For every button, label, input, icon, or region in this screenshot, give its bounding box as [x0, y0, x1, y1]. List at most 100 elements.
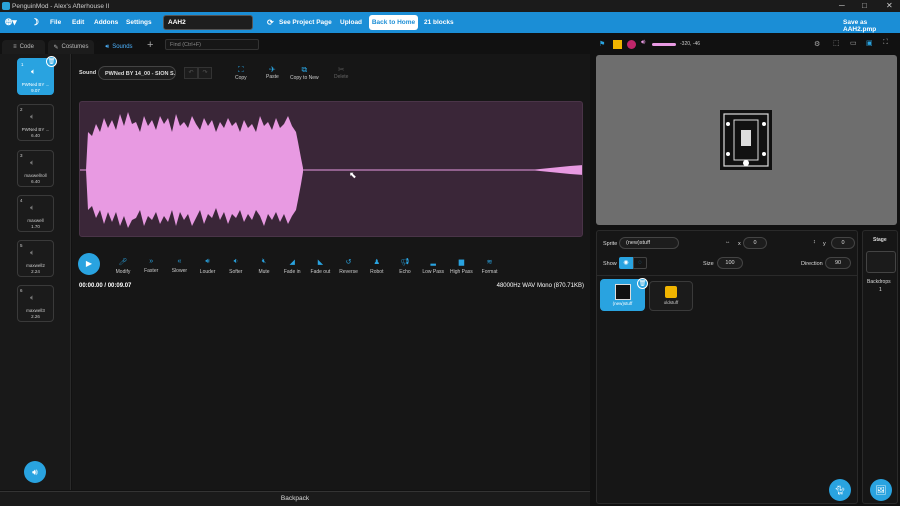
add-backdrop-button[interactable]: 🖼︎ — [870, 479, 892, 501]
echo-icon: 📢︎ — [400, 259, 410, 266]
backpack-bar[interactable]: Backpack — [0, 491, 590, 506]
menu-settings[interactable]: Settings — [126, 19, 152, 26]
copy-button[interactable]: ⛶ Copy — [235, 65, 247, 81]
back-to-home-button[interactable]: Back to Home — [369, 15, 418, 30]
volume-slider[interactable] — [652, 43, 676, 46]
eye-hidden-icon: ◌ — [638, 260, 642, 266]
sound-list: 1 🔈︎ PWNed BY ... 9.07 🗑︎ 2 🔈︎ PWNed BY … — [0, 54, 71, 490]
high-pass-icon: ▆ — [458, 259, 465, 266]
green-flag-icon[interactable]: ⚑ — [599, 40, 605, 48]
upload-button[interactable]: Upload — [340, 19, 362, 26]
addons-icon[interactable]: ⚙ — [814, 40, 820, 48]
playback-time: 00:00.00 / 00:09.07 — [79, 283, 132, 289]
delete-sprite-icon[interactable]: 🗑︎ — [637, 278, 648, 289]
sound-item-2[interactable]: 2 🔈︎ PWNed BY ... 6.40 — [17, 104, 54, 141]
redo-button[interactable]: ↷ — [198, 67, 212, 79]
folder-icon — [665, 286, 677, 298]
sprite-name-input[interactable]: (new)stuff — [619, 237, 679, 249]
maximize-icon[interactable]: □ — [862, 1, 867, 10]
effect-echo-button[interactable]: 📢︎ Echo — [390, 258, 420, 275]
copy-to-new-button[interactable]: ⧉ Copy to New — [290, 65, 319, 81]
copy-to-new-icon: ⧉ — [301, 65, 308, 74]
tab-costumes[interactable]: ✎ Costumes — [48, 40, 94, 54]
show-hidden-button[interactable]: ◌ — [633, 257, 647, 269]
menu-file[interactable]: File — [50, 19, 61, 26]
effect-fade-out-button[interactable]: ◣ Fade out — [305, 258, 335, 275]
stage-sprite-map — [720, 110, 772, 170]
tab-sounds[interactable]: 🔊︎ Sounds — [96, 40, 142, 54]
show-visible-button[interactable]: ◉ — [619, 257, 633, 269]
sound-item-5[interactable]: 5 🔈︎ maxwell2 2.24 — [17, 240, 54, 277]
app-icon — [2, 2, 10, 10]
menu-edit[interactable]: Edit — [72, 19, 84, 26]
sound-name-input[interactable]: PWNed BY 14_00 - SION S... — [98, 66, 176, 80]
fullscreen-icon[interactable]: ⛶ — [883, 39, 888, 47]
divider — [597, 275, 857, 276]
effect-fade-in-button[interactable]: ◢ Fade in — [277, 258, 307, 275]
play-button[interactable]: ▶ — [78, 253, 100, 275]
language-globe-icon[interactable]: 🌐︎▾ — [5, 17, 17, 28]
editor-tabs: ≡ Code ✎ Costumes 🔊︎ Sounds + Find (Ctrl+F) — [0, 38, 590, 54]
stage-canvas[interactable] — [596, 55, 897, 225]
effect-reverse-button[interactable]: ↺ Reverse — [334, 258, 364, 275]
add-sound-button[interactable]: 🔊︎ — [24, 461, 46, 483]
add-sprite-icon: 🐈︎ — [834, 485, 846, 495]
add-sprite-button[interactable]: 🐈︎ — [829, 479, 851, 501]
menu-addons[interactable]: Addons — [94, 19, 118, 26]
effect-mute-button[interactable]: 🔇︎ Mute — [249, 258, 279, 275]
delete-button[interactable]: ✂ Delete — [334, 65, 348, 80]
project-title-input[interactable]: AAH2 — [163, 15, 253, 30]
sound-info: 48000Hz WAV Mono (870.71KB) — [496, 283, 584, 289]
sound-item-6[interactable]: 6 🔈︎ maxwell3 2.26 — [17, 285, 54, 322]
effect-format-button[interactable]: ≋ Format — [475, 258, 505, 275]
sound-item-3[interactable]: 3 🔈︎ maxwellroll 6.40 — [17, 150, 54, 187]
stage-backdrop-thumb[interactable] — [866, 251, 896, 273]
play-icon: ▶ — [85, 259, 93, 268]
effect-high-pass-button[interactable]: ▆ High Pass — [446, 258, 476, 275]
waveform-display[interactable] — [79, 101, 583, 237]
delete-sound-icon[interactable]: 🗑︎ — [46, 56, 57, 67]
softer-icon: 🔉︎ — [233, 258, 238, 265]
title-bar: PenguinMod - Alex's Afterhouse II ─ □ ✕ — [0, 0, 900, 12]
add-extension-icon[interactable]: + — [147, 39, 153, 51]
paste-button[interactable]: ✈ Paste — [266, 65, 279, 80]
size-label: Size — [703, 261, 714, 267]
pause-icon[interactable] — [613, 40, 622, 49]
x-input[interactable]: 0 — [743, 237, 767, 249]
stop-icon[interactable] — [627, 40, 636, 49]
find-input[interactable]: Find (Ctrl+F) — [165, 39, 259, 50]
effect-modify-button[interactable]: 🎤︎ Modify — [108, 258, 138, 275]
effect-low-pass-button[interactable]: ▂ Low Pass — [418, 258, 448, 275]
x-label: x — [738, 241, 741, 247]
screenshot-icon[interactable]: ⬚ — [833, 39, 840, 47]
x-arrows-icon: ↔ — [725, 239, 731, 245]
effect-slower-button[interactable]: «Slower — [164, 258, 194, 274]
minimize-icon[interactable]: ─ — [839, 1, 845, 10]
see-project-page-button[interactable]: See Project Page — [279, 19, 332, 26]
block-count: 21 blocks — [424, 19, 454, 26]
effect-softer-button[interactable]: 🔉︎ Softer — [221, 258, 251, 275]
effect-faster-button[interactable]: » Faster — [136, 258, 166, 274]
sprite-thumb-2[interactable]: oldstuff — [649, 281, 693, 311]
close-icon[interactable]: ✕ — [886, 1, 893, 10]
tab-code[interactable]: ≡ Code — [2, 40, 45, 54]
app-window: PenguinMod - Alex's Afterhouse II ─ □ ✕ … — [0, 0, 900, 506]
small-stage-icon[interactable]: ▭ — [850, 39, 857, 47]
save-as-button[interactable]: Save as AAH2.pmp — [843, 19, 900, 33]
effect-louder-button[interactable]: 🔊︎ Louder — [193, 258, 223, 275]
see-project-icon: ⟳ — [267, 18, 274, 27]
effect-robot-button[interactable]: ♟ Robot — [362, 258, 392, 275]
size-input[interactable]: 100 — [717, 257, 743, 269]
sound-editor: Sound PWNed BY 14_00 - SION S... ↶ ↷ ⛶ Co… — [72, 54, 590, 490]
undo-button[interactable]: ↶ — [184, 67, 198, 79]
theme-moon-icon[interactable]: ☽ — [31, 17, 39, 28]
louder-icon: 🔊︎ — [205, 258, 210, 265]
modify-icon: 🎤︎ — [118, 259, 128, 266]
direction-input[interactable]: 90 — [825, 257, 851, 269]
normal-stage-icon[interactable]: ▣ — [866, 39, 873, 47]
speaker-icon: 🔈︎ — [31, 67, 36, 76]
sound-item-4[interactable]: 4 🔈︎ maxwell 1.70 — [17, 195, 54, 232]
mouse-coords: -320, -46 — [680, 41, 701, 47]
sound-name-label: Sound — [79, 70, 97, 76]
y-input[interactable]: 0 — [831, 237, 855, 249]
